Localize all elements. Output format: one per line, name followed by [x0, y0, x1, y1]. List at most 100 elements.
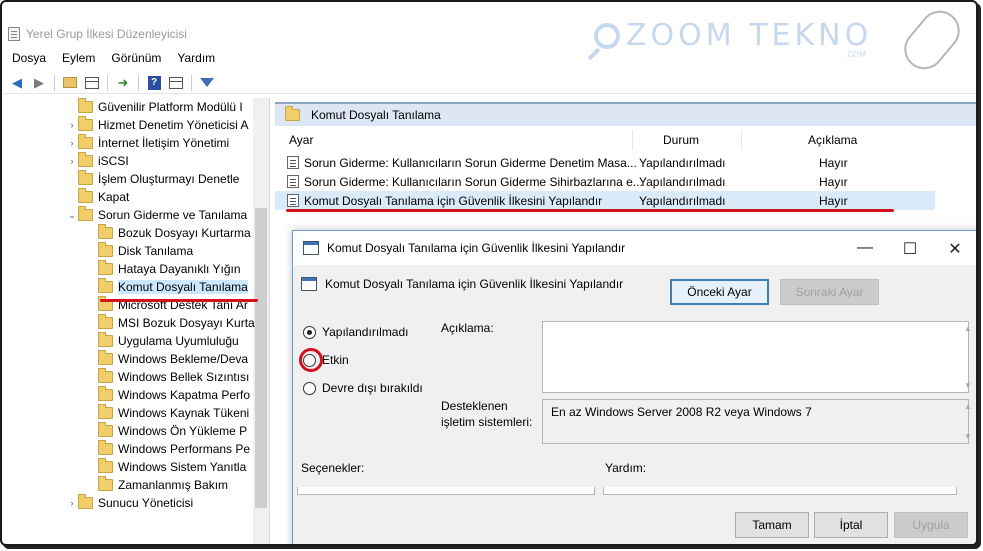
tree-item[interactable]: Komut Dosyalı Tanılama — [86, 278, 248, 296]
policy-setting-icon — [287, 194, 299, 207]
tree-item-label: Windows Kaynak Tükeni — [118, 406, 250, 420]
supported-label-line1: Desteklenen — [441, 399, 508, 413]
supported-os-value: En az Windows Server 2008 R2 veya Window… — [551, 405, 812, 419]
folder-icon — [98, 350, 113, 365]
policy-setting-icon — [303, 241, 319, 255]
help-icon[interactable]: ? — [145, 74, 163, 92]
column-divider[interactable] — [741, 130, 742, 150]
cancel-button[interactable]: İptal — [814, 512, 888, 538]
tree-item[interactable]: › iSCSI — [66, 152, 129, 170]
back-arrow-icon[interactable]: ◀ — [8, 74, 26, 92]
radio-label: Etkin — [322, 353, 349, 367]
column-divider[interactable] — [632, 130, 633, 150]
menu-file[interactable]: Dosya — [4, 48, 54, 68]
menu-view[interactable]: Görünüm — [103, 48, 169, 68]
dialog-title: Komut Dosyalı Tanılama için Güvenlik İlk… — [327, 241, 626, 255]
help-pane[interactable] — [603, 487, 957, 495]
tree-item[interactable]: Windows Performans Pe — [86, 440, 250, 458]
radio-disabled[interactable]: Devre dışı bırakıldı — [303, 381, 423, 395]
folder-icon — [98, 260, 113, 275]
tree-item[interactable]: Güvenilir Platform Modülü I — [66, 98, 243, 116]
menu-action[interactable]: Eylem — [54, 48, 103, 68]
watermark-sub: .COM — [845, 50, 866, 59]
annotation-underline-tree — [100, 299, 258, 302]
tree-item[interactable]: Kapat — [66, 188, 129, 206]
column-state[interactable]: Durum — [663, 133, 699, 147]
setting-row[interactable]: Sorun Giderme: Kullanıcıların Sorun Gide… — [275, 153, 935, 172]
show-hide-tree-icon[interactable] — [83, 74, 101, 92]
radio-label: Yapılandırılmadı — [322, 325, 409, 339]
folder-icon — [78, 206, 93, 221]
minimize-icon[interactable]: — — [855, 239, 875, 257]
chevron-right-icon[interactable]: › — [66, 120, 78, 130]
folder-icon — [78, 188, 93, 203]
tree-item-label: Bozuk Dosyayı Kurtarma — [118, 226, 251, 240]
forward-arrow-icon[interactable]: ▶ — [30, 74, 48, 92]
paperclip-icon — [896, 2, 968, 78]
dialog-subtitle-row: Komut Dosyalı Tanılama için Güvenlik İlk… — [301, 277, 623, 291]
previous-setting-button[interactable]: Önceki Ayar — [670, 279, 769, 305]
tree-item[interactable]: › Sunucu Yöneticisi — [66, 494, 193, 512]
chevron-right-icon[interactable]: › — [66, 498, 78, 508]
chevron-right-icon[interactable]: › — [66, 138, 78, 148]
toolbar: ◀ ▶ ➜ ? — [4, 72, 976, 94]
tree-item[interactable]: Windows Bekleme/Deva — [86, 350, 248, 368]
tree-item-label: İnternet İletişim Yönetimi — [98, 136, 230, 150]
tree-item[interactable]: › İnternet İletişim Yönetimi — [66, 134, 229, 152]
tree-item[interactable]: Disk Tanılama — [86, 242, 193, 260]
next-setting-button[interactable]: Sonraki Ayar — [780, 279, 879, 305]
help-label: Yardım: — [605, 461, 647, 475]
dialog-subtitle: Komut Dosyalı Tanılama için Güvenlik İlk… — [325, 277, 624, 291]
comment-textarea[interactable]: ▲ ▼ — [542, 321, 972, 393]
policy-editor-icon — [8, 27, 20, 41]
comment-scrollbar[interactable]: ▲ ▼ — [952, 322, 972, 392]
tree-item[interactable]: MSI Bozuk Dosyayı Kurta — [86, 314, 255, 332]
radio-button[interactable] — [303, 381, 316, 395]
properties-icon[interactable] — [167, 74, 185, 92]
setting-comment-cell: Hayır — [819, 175, 848, 189]
tree-item-label: Komut Dosyalı Tanılama — [118, 280, 248, 294]
column-setting[interactable]: Ayar — [289, 133, 313, 147]
setting-row[interactable]: Sorun Giderme: Kullanıcıların Sorun Gide… — [275, 172, 935, 191]
menu-bar: Dosya Eylem Görünüm Yardım — [4, 48, 223, 68]
tree-item[interactable]: ⌄ Sorun Giderme ve Tanılama — [66, 206, 247, 224]
options-pane[interactable] — [297, 487, 595, 495]
tree-item-label: Windows Performans Pe — [118, 442, 251, 456]
supported-scrollbar[interactable]: ▲ ▼ — [952, 400, 972, 443]
tree-item[interactable]: Windows Kaynak Tükeni — [86, 404, 249, 422]
tree-item[interactable]: Hataya Dayanıklı Yığın — [86, 260, 241, 278]
tree-item[interactable]: İşlem Oluşturmayı Denetle — [66, 170, 239, 188]
tree-scroll-thumb[interactable] — [255, 208, 267, 508]
setting-row[interactable]: Komut Dosyalı Tanılama için Güvenlik İlk… — [275, 191, 935, 210]
chevron-down-icon[interactable]: ⌄ — [66, 210, 78, 221]
tree-item[interactable]: › Hizmet Denetim Yöneticisi A — [66, 116, 249, 134]
radio-label: Devre dışı bırakıldı — [322, 381, 423, 395]
policy-setting-icon — [287, 156, 299, 169]
setting-setting-cell: Sorun Giderme: Kullanıcıların Sorun Gide… — [304, 175, 643, 189]
menu-help[interactable]: Yardım — [169, 48, 223, 68]
tree-item-label: Sorun Giderme ve Tanılama — [98, 208, 248, 222]
close-icon[interactable]: ✕ — [945, 239, 965, 259]
tree-item[interactable]: Zamanlanmış Bakım — [86, 476, 228, 494]
tree-item[interactable]: Uygulama Uyumluluğu — [86, 332, 239, 350]
tree-item[interactable]: Windows Ön Yükleme P — [86, 422, 247, 440]
radio-button[interactable] — [303, 325, 316, 339]
column-comment[interactable]: Açıklama — [808, 133, 857, 147]
up-folder-icon[interactable] — [61, 74, 79, 92]
tree-item[interactable]: Bozuk Dosyayı Kurtarma — [86, 224, 251, 242]
chevron-right-icon[interactable]: › — [66, 156, 78, 166]
radio-not-configured[interactable]: Yapılandırılmadı — [303, 325, 409, 339]
folder-icon — [98, 440, 113, 455]
maximize-icon[interactable]: ☐ — [900, 239, 920, 259]
toolbar-separator — [191, 74, 192, 91]
tree-item-label: iSCSI — [98, 154, 129, 168]
tree-item[interactable]: Windows Sistem Yanıtla — [86, 458, 246, 476]
tree-scrollbar[interactable] — [253, 98, 269, 544]
export-list-icon[interactable]: ➜ — [114, 74, 132, 92]
apply-button[interactable]: Uygula — [894, 512, 968, 538]
filter-icon[interactable] — [198, 74, 216, 92]
ok-button[interactable]: Tamam — [735, 512, 809, 538]
tree-item[interactable]: Windows Kapatma Perfo — [86, 386, 250, 404]
tree-item[interactable]: Windows Bellek Sızıntısı — [86, 368, 249, 386]
annotation-underline-setting — [286, 209, 894, 212]
